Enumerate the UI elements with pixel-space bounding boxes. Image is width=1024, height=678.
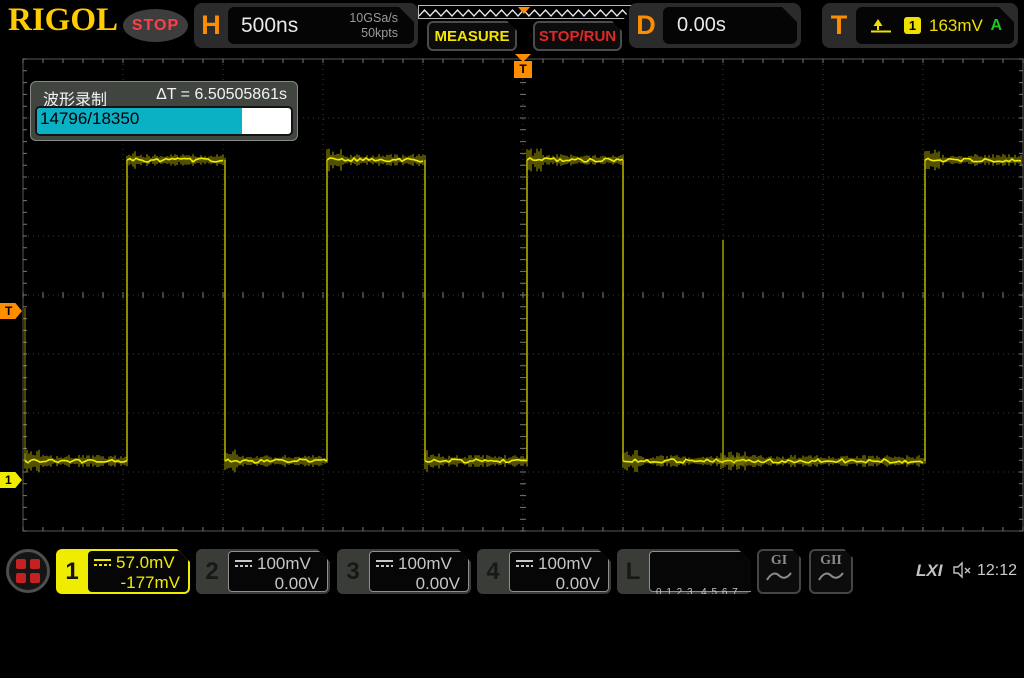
channel-1-panel: 57.0mV -177mV bbox=[88, 551, 188, 592]
trigger-position-marker[interactable]: T bbox=[514, 61, 532, 78]
logic-channels-row1: 0 1 2 3 4 5 6 7 bbox=[656, 585, 758, 601]
run-state-badge: STOP bbox=[123, 9, 188, 42]
rigol-logo: RIGOL bbox=[8, 2, 118, 39]
trigger-mode-auto: A bbox=[990, 17, 1002, 35]
channel-3-scale: 100mV bbox=[398, 554, 452, 574]
channel-4-button[interactable]: 4 100mV 0.00V bbox=[477, 549, 611, 594]
channel-1-number: 1 bbox=[56, 549, 88, 594]
logic-channels-row2: 8 9 1011 12131415 bbox=[656, 632, 758, 648]
channel-3-offset: 0.00V bbox=[376, 574, 462, 594]
channel-4-number: 4 bbox=[477, 549, 509, 594]
channel-4-offset: 0.00V bbox=[516, 574, 602, 594]
delay-label: D bbox=[629, 10, 663, 41]
memory-position-marker bbox=[518, 7, 530, 14]
channel-2-offset: 0.00V bbox=[235, 574, 321, 594]
sound-muted-icon[interactable] bbox=[952, 561, 972, 579]
channel-2-panel: 100mV 0.00V bbox=[228, 551, 328, 592]
channel-2-button[interactable]: 2 100mV 0.00V bbox=[196, 549, 330, 594]
memory-depth: 50kpts bbox=[349, 26, 398, 40]
channel-2-number: 2 bbox=[196, 549, 228, 594]
delay-value: 0.00s bbox=[677, 14, 726, 37]
sine-wave-icon bbox=[766, 569, 792, 582]
record-progress-bar: 14796/18350 bbox=[35, 106, 293, 136]
channel-3-number: 3 bbox=[337, 549, 369, 594]
lxi-logo: LXI bbox=[916, 561, 942, 581]
stop-run-button[interactable]: STOP/RUN bbox=[533, 21, 622, 51]
channel-3-panel: 100mV 0.00V bbox=[369, 551, 469, 592]
channel-2-scale: 100mV bbox=[257, 554, 311, 574]
logic-label: L bbox=[617, 549, 649, 594]
generator-2-label: GII bbox=[811, 553, 851, 569]
horizontal-timebase-block[interactable]: H 500ns 10GSa/s 50kpts bbox=[194, 3, 418, 48]
generator-1-label: GI bbox=[759, 553, 799, 569]
menu-grid-icon bbox=[16, 559, 40, 583]
menu-button[interactable] bbox=[6, 549, 50, 593]
trigger-level-value: 163mV bbox=[929, 16, 983, 36]
generator-1-button[interactable]: GI bbox=[757, 549, 801, 594]
measure-button[interactable]: MEASURE bbox=[427, 21, 517, 51]
waveform-record-popup: 波形录制 ΔT = 6.50505861s 14796/18350 bbox=[30, 81, 298, 141]
top-status-bar: RIGOL STOP H 500ns 10GSa/s 50kpts MEASUR… bbox=[0, 0, 1024, 52]
channel-3-button[interactable]: 3 100mV 0.00V bbox=[337, 549, 471, 594]
trigger-source-badge: 1 bbox=[904, 17, 921, 34]
channel-1-offset: -177mV bbox=[94, 573, 182, 593]
horizontal-panel: 500ns 10GSa/s 50kpts bbox=[228, 7, 414, 44]
logic-analyzer-button[interactable]: L 0 1 2 3 4 5 6 7 8 9 1011 12131415 bbox=[617, 549, 751, 594]
horizontal-label: H bbox=[194, 10, 228, 41]
edge-trigger-icon bbox=[870, 18, 892, 34]
acquisition-info: 10GSa/s 50kpts bbox=[349, 11, 398, 40]
dc-coupling-icon bbox=[94, 559, 111, 568]
generator-2-button[interactable]: GII bbox=[809, 549, 853, 594]
delay-block[interactable]: D 0.00s bbox=[629, 3, 801, 48]
record-progress-text: 14796/18350 bbox=[40, 108, 139, 130]
channel-4-panel: 100mV 0.00V bbox=[509, 551, 609, 592]
waveform-memory-bar[interactable] bbox=[418, 5, 632, 19]
timebase-value: 500ns bbox=[241, 14, 298, 38]
channel-1-button[interactable]: 1 57.0mV -177mV bbox=[56, 549, 190, 594]
dc-coupling-icon bbox=[516, 560, 533, 569]
channel-4-scale: 100mV bbox=[538, 554, 592, 574]
trigger-panel: 1 163mV A bbox=[856, 7, 1014, 44]
logic-panel: 0 1 2 3 4 5 6 7 8 9 1011 12131415 bbox=[649, 551, 765, 592]
sine-wave-icon bbox=[818, 569, 844, 582]
delay-panel: 0.00s bbox=[663, 7, 797, 44]
channel-1-scale: 57.0mV bbox=[116, 553, 175, 573]
bottom-channel-bar: 1 57.0mV -177mV 2 100mV 0.00V 3 100mV 0.… bbox=[0, 545, 1024, 600]
clock: 12:12 bbox=[977, 562, 1017, 580]
trigger-block[interactable]: T 1 163mV A bbox=[822, 3, 1018, 48]
dc-coupling-icon bbox=[235, 560, 252, 569]
sample-rate: 10GSa/s bbox=[349, 11, 398, 25]
dc-coupling-icon bbox=[376, 560, 393, 569]
trigger-label: T bbox=[822, 10, 856, 41]
